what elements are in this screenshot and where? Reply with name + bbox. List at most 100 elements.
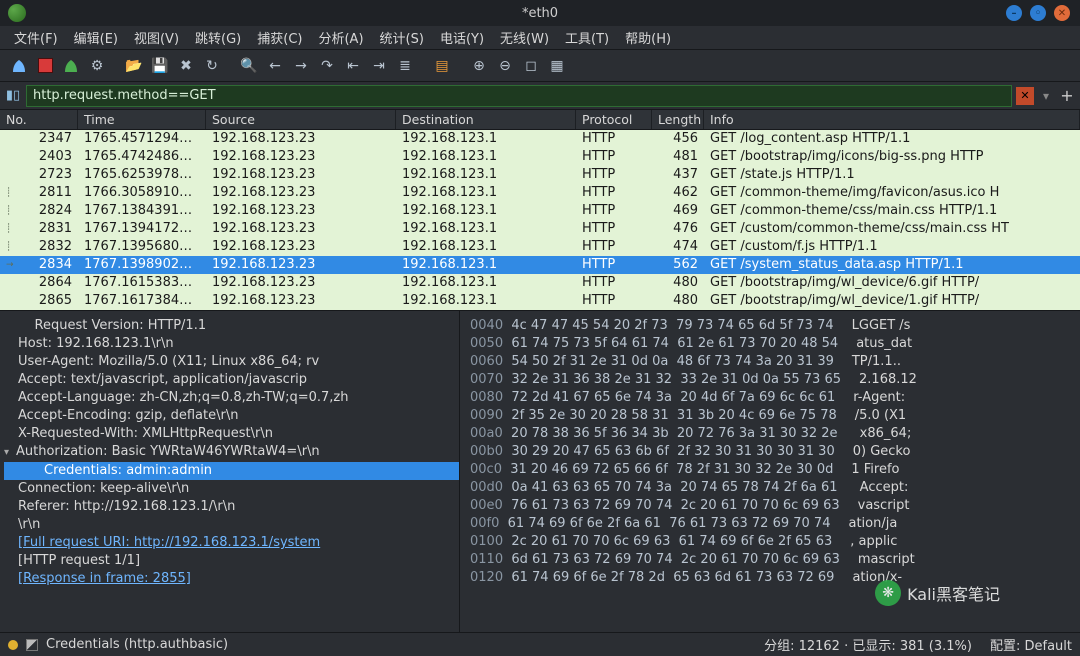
detail-line[interactable]: Credentials: admin:admin (4, 462, 459, 480)
detail-line[interactable]: Authorization: Basic YWRtaW46YWRtaW4=\r\… (4, 443, 459, 462)
hex-line[interactable]: 00f0 61 74 69 6f 6e 2f 6a 61 76 61 73 63… (470, 515, 1072, 533)
menu-telephony[interactable]: 电话(Y) (440, 28, 484, 47)
hex-line[interactable]: 00c0 31 20 46 69 72 65 66 6f 78 2f 31 30… (470, 461, 1072, 479)
status-field-label: Credentials (http.authbasic) (46, 637, 228, 652)
hex-line[interactable]: 0100 2c 20 61 70 70 6c 69 63 61 74 69 6f… (470, 533, 1072, 551)
menu-edit[interactable]: 编辑(E) (74, 28, 118, 47)
packet-row[interactable]: 23471765.4571294…192.168.123.23192.168.1… (0, 130, 1080, 148)
window-minimize-button[interactable]: – (1006, 5, 1022, 21)
display-filter-bar: ▮▯ ✕ ▾ + (0, 82, 1080, 110)
app-logo-icon (8, 4, 26, 22)
packet-row[interactable]: ┊28321767.1395680…192.168.123.23192.168.… (0, 238, 1080, 256)
col-time[interactable]: Time (78, 110, 206, 129)
status-bar: Credentials (http.authbasic) 分组: 12162 ·… (0, 632, 1080, 656)
hex-line[interactable]: 0110 6d 61 73 63 72 69 70 74 2c 20 61 70… (470, 551, 1072, 569)
go-to-packet-button[interactable]: ↷ (316, 55, 338, 77)
open-file-button[interactable]: 📂 (123, 55, 145, 77)
col-protocol[interactable]: Protocol (576, 110, 652, 129)
reload-button[interactable]: ↻ (201, 55, 223, 77)
packet-row[interactable]: ┊28111766.3058910…192.168.123.23192.168.… (0, 184, 1080, 202)
detail-line[interactable]: User-Agent: Mozilla/5.0 (X11; Linux x86_… (4, 353, 459, 371)
resize-columns-button[interactable]: ▦ (546, 55, 568, 77)
find-packet-button[interactable]: 🔍 (238, 55, 260, 77)
packet-row[interactable]: 24031765.4742486…192.168.123.23192.168.1… (0, 148, 1080, 166)
auto-scroll-button[interactable]: ≣ (394, 55, 416, 77)
detail-line[interactable]: Request Version: HTTP/1.1 (4, 317, 459, 335)
col-no[interactable]: No. (0, 110, 78, 129)
detail-line[interactable]: X-Requested-With: XMLHttpRequest\r\n (4, 425, 459, 443)
hex-line[interactable]: 00d0 0a 41 63 63 65 70 74 3a 20 74 65 78… (470, 479, 1072, 497)
display-filter-input[interactable] (26, 85, 1012, 107)
hex-line[interactable]: 0080 72 2d 41 67 65 6e 74 3a 20 4d 6f 7a… (470, 389, 1072, 407)
hex-line[interactable]: 0040 4c 47 47 45 54 20 2f 73 79 73 74 65… (470, 317, 1072, 335)
col-destination[interactable]: Destination (396, 110, 576, 129)
filter-dropdown-icon[interactable]: ▾ (1038, 89, 1054, 103)
start-capture-button[interactable] (8, 55, 30, 77)
capture-options-button[interactable]: ⚙ (86, 55, 108, 77)
packet-row[interactable]: ┊28241767.1384391…192.168.123.23192.168.… (0, 202, 1080, 220)
filter-clear-button[interactable]: ✕ (1016, 87, 1034, 105)
go-first-button[interactable]: ⇤ (342, 55, 364, 77)
zoom-reset-button[interactable]: ◻ (520, 55, 542, 77)
menu-analyze[interactable]: 分析(A) (318, 28, 363, 47)
hex-line[interactable]: 0050 61 74 75 73 5f 64 61 74 61 2e 61 73… (470, 335, 1072, 353)
menu-bar: 文件(F) 编辑(E) 视图(V) 跳转(G) 捕获(C) 分析(A) 统计(S… (0, 26, 1080, 50)
menu-capture[interactable]: 捕获(C) (257, 28, 302, 47)
hex-line[interactable]: 00b0 30 29 20 47 65 63 6b 6f 2f 32 30 31… (470, 443, 1072, 461)
go-last-button[interactable]: ⇥ (368, 55, 390, 77)
window-titlebar: *eth0 – ◦ ✕ (0, 0, 1080, 26)
col-info[interactable]: Info (704, 110, 1080, 129)
hex-line[interactable]: 00a0 20 78 38 36 5f 36 34 3b 20 72 76 3a… (470, 425, 1072, 443)
detail-line[interactable]: [HTTP request 1/1] (4, 552, 459, 570)
zoom-out-button[interactable]: ⊖ (494, 55, 516, 77)
packet-row[interactable]: 28651767.1617384…192.168.123.23192.168.1… (0, 292, 1080, 310)
status-packet-count: 分组: 12162 · 已显示: 381 (3.1%) (764, 635, 972, 654)
packet-details-pane[interactable]: Request Version: HTTP/1.1Host: 192.168.1… (0, 311, 460, 632)
capture-file-properties-icon[interactable] (26, 639, 38, 651)
detail-line[interactable]: Accept-Language: zh-CN,zh;q=0.8,zh-TW;q=… (4, 389, 459, 407)
window-maximize-button[interactable]: ◦ (1030, 5, 1046, 21)
close-file-button[interactable]: ✖ (175, 55, 197, 77)
detail-line[interactable]: Connection: keep-alive\r\n (4, 480, 459, 498)
detail-line[interactable]: Referer: http://192.168.123.1/\r\n (4, 498, 459, 516)
menu-view[interactable]: 视图(V) (134, 28, 179, 47)
hex-line[interactable]: 0120 61 74 69 6f 6e 2f 78 2d 65 63 6d 61… (470, 569, 1072, 587)
col-length[interactable]: Length (652, 110, 704, 129)
detail-line[interactable]: Accept-Encoding: gzip, deflate\r\n (4, 407, 459, 425)
detail-line[interactable]: [Response in frame: 2855] (4, 570, 459, 588)
packet-list[interactable]: 23471765.4571294…192.168.123.23192.168.1… (0, 130, 1080, 310)
detail-line[interactable]: Accept: text/javascript, application/jav… (4, 371, 459, 389)
packet-row[interactable]: ┊28311767.1394172…192.168.123.23192.168.… (0, 220, 1080, 238)
menu-help[interactable]: 帮助(H) (625, 28, 671, 47)
menu-statistics[interactable]: 统计(S) (380, 28, 424, 47)
window-close-button[interactable]: ✕ (1054, 5, 1070, 21)
hex-line[interactable]: 0070 32 2e 31 36 38 2e 31 32 33 2e 31 0d… (470, 371, 1072, 389)
filter-add-button[interactable]: + (1058, 86, 1076, 105)
save-file-button[interactable]: 💾 (149, 55, 171, 77)
hex-line[interactable]: 0060 54 50 2f 31 2e 31 0d 0a 48 6f 73 74… (470, 353, 1072, 371)
hex-line[interactable]: 00e0 76 61 73 63 72 69 70 74 2c 20 61 70… (470, 497, 1072, 515)
packet-bytes-pane[interactable]: 0040 4c 47 47 45 54 20 2f 73 79 73 74 65… (460, 311, 1080, 632)
zoom-in-button[interactable]: ⊕ (468, 55, 490, 77)
stop-capture-button[interactable] (34, 55, 56, 77)
col-source[interactable]: Source (206, 110, 396, 129)
window-title: *eth0 (522, 6, 558, 21)
menu-file[interactable]: 文件(F) (14, 28, 58, 47)
status-profile[interactable]: 配置: Default (990, 635, 1072, 654)
restart-capture-button[interactable] (60, 55, 82, 77)
go-forward-button[interactable]: → (290, 55, 312, 77)
expert-info-icon[interactable] (8, 640, 18, 650)
packet-row[interactable]: →28341767.1398902…192.168.123.23192.168.… (0, 256, 1080, 274)
detail-line[interactable]: Host: 192.168.123.1\r\n (4, 335, 459, 353)
hex-line[interactable]: 0090 2f 35 2e 30 20 28 58 31 31 3b 20 4c… (470, 407, 1072, 425)
filter-bookmark-icon[interactable]: ▮▯ (4, 87, 22, 105)
packet-row[interactable]: 27231765.6253978…192.168.123.23192.168.1… (0, 166, 1080, 184)
menu-tools[interactable]: 工具(T) (565, 28, 609, 47)
detail-line[interactable]: [Full request URI: http://192.168.123.1/… (4, 534, 459, 552)
menu-go[interactable]: 跳转(G) (195, 28, 241, 47)
packet-row[interactable]: 28641767.1615383…192.168.123.23192.168.1… (0, 274, 1080, 292)
detail-line[interactable]: \r\n (4, 516, 459, 534)
colorize-button[interactable]: ▤ (431, 55, 453, 77)
menu-wireless[interactable]: 无线(W) (500, 28, 549, 47)
go-back-button[interactable]: ← (264, 55, 286, 77)
